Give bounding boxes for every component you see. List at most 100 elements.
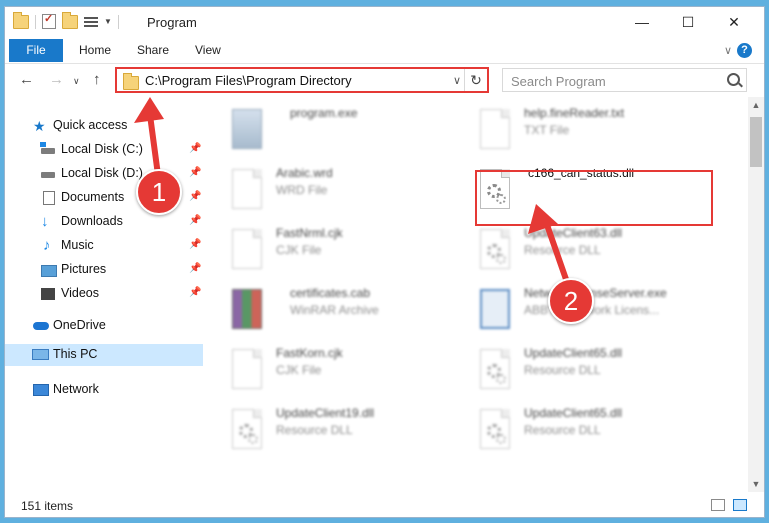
file-name: UpdateClient65.dll xyxy=(524,346,623,360)
pin-icon[interactable]: 📌 xyxy=(189,143,201,154)
scroll-up-icon[interactable]: ▲ xyxy=(748,97,764,113)
close-button[interactable]: ✕ xyxy=(711,7,757,37)
title-bar: ▼ Program — ☐ ✕ xyxy=(5,7,764,39)
sidebar-item-label: Videos xyxy=(61,286,99,300)
sidebar-item-label: Documents xyxy=(61,190,125,204)
scroll-down-icon[interactable]: ▼ xyxy=(748,476,764,492)
vertical-scrollbar[interactable]: ▲ ▼ xyxy=(748,97,764,492)
details-view-icon[interactable] xyxy=(711,499,725,511)
file-name: FastNrml.cjk xyxy=(276,226,343,240)
file-item[interactable]: certificates.cab WinRAR Archive xyxy=(204,283,444,339)
file-item[interactable]: help.fineReader.txt TXT File xyxy=(452,103,692,159)
sidebar-item-label: OneDrive xyxy=(53,318,106,332)
callout-2: 2 xyxy=(548,278,594,324)
file-name: certificates.cab xyxy=(290,286,371,300)
explorer-window: ▼ Program — ☐ ✕ File Home Share View ∨ ?… xyxy=(4,6,765,518)
pin-icon[interactable]: 📌 xyxy=(189,287,201,298)
chevron-down-icon[interactable]: ∨ xyxy=(453,74,461,87)
sidebar-item-label: Network xyxy=(53,382,99,396)
recent-locations-icon[interactable]: ∨ xyxy=(73,76,80,87)
dll-file-icon xyxy=(480,409,510,449)
status-bar: 151 items xyxy=(5,495,764,517)
exe-file-icon xyxy=(480,289,510,329)
tab-home[interactable]: Home xyxy=(79,39,111,62)
address-row: ← → ∨ ↑ C:\Program Files\Program Directo… xyxy=(5,64,764,96)
expand-ribbon-icon[interactable]: ∨ xyxy=(724,44,732,57)
pictures-icon xyxy=(41,265,57,277)
toolbar-separator xyxy=(35,14,36,29)
pin-icon[interactable]: 📌 xyxy=(189,239,201,250)
sidebar-item-label: This PC xyxy=(53,347,98,361)
search-icon[interactable] xyxy=(727,73,740,86)
refresh-icon[interactable]: ↻ xyxy=(464,69,487,91)
checkmark-icon[interactable] xyxy=(42,12,56,29)
videos-icon xyxy=(41,288,55,300)
sidebar-item-network[interactable]: Network xyxy=(5,379,203,401)
folder-icon[interactable] xyxy=(13,11,29,29)
computer-icon xyxy=(32,349,49,360)
file-item[interactable]: UpdateClient65.dll Resource DLL xyxy=(452,403,692,459)
sidebar-item-label: Pictures xyxy=(61,262,107,276)
archive-file-icon xyxy=(232,289,262,329)
large-icons-view-icon[interactable] xyxy=(733,499,747,511)
file-name: FastKorn.cjk xyxy=(276,346,343,360)
file-item[interactable]: UpdateClient65.dll Resource DLL xyxy=(452,343,692,399)
tab-view[interactable]: View xyxy=(195,39,221,62)
sidebar-item-label: Quick access xyxy=(53,118,128,132)
file-list: program.exe help.fineReader.txt TXT File… xyxy=(204,99,742,487)
sidebar-item-pictures[interactable]: Pictures 📌 xyxy=(5,259,203,281)
pin-icon[interactable]: 📌 xyxy=(189,263,201,274)
cloud-icon xyxy=(33,322,49,330)
chevron-down-icon[interactable]: ▼ xyxy=(104,17,112,26)
forward-button[interactable]: → xyxy=(49,71,64,88)
file-type: WinRAR Archive xyxy=(290,303,379,317)
search-box[interactable] xyxy=(502,68,747,92)
documents-icon xyxy=(43,191,55,205)
file-icon xyxy=(232,229,262,269)
item-count: 151 items xyxy=(21,499,74,513)
exe-file-icon xyxy=(232,109,262,149)
file-name: Arabic.wrd xyxy=(276,166,333,180)
quick-access-toolbar: ▼ xyxy=(13,11,119,29)
pin-icon[interactable]: 📌 xyxy=(189,191,201,202)
sidebar-item-downloads[interactable]: ↓ Downloads 📌 xyxy=(5,211,203,233)
sidebar-item-label: Downloads xyxy=(61,214,123,228)
sidebar-item-label: Music xyxy=(61,238,94,252)
address-path[interactable]: C:\Program Files\Program Directory xyxy=(145,73,352,88)
file-item[interactable]: UpdateClient19.dll Resource DLL xyxy=(204,403,444,459)
sidebar-item-videos[interactable]: Videos 📌 xyxy=(5,283,203,305)
file-icon xyxy=(232,349,262,389)
sidebar-item-music[interactable]: ♪ Music 📌 xyxy=(5,235,203,257)
sidebar-item-this-pc[interactable]: This PC xyxy=(5,344,203,366)
minimize-button[interactable]: — xyxy=(619,7,665,37)
search-input[interactable] xyxy=(509,70,713,92)
file-item[interactable]: program.exe xyxy=(204,103,444,159)
properties-icon[interactable] xyxy=(84,16,98,28)
back-button[interactable]: ← xyxy=(19,71,34,88)
file-type: CJK File xyxy=(276,243,322,257)
scroll-thumb[interactable] xyxy=(750,117,762,167)
download-icon: ↓ xyxy=(41,213,49,230)
file-item[interactable]: FastNrml.cjk CJK File xyxy=(204,223,444,279)
star-icon: ★ xyxy=(33,118,46,134)
up-button[interactable]: ↑ xyxy=(93,71,101,88)
text-file-icon xyxy=(480,109,510,149)
tab-share[interactable]: Share xyxy=(137,39,169,62)
help-icon[interactable]: ? xyxy=(737,43,752,58)
drive-icon xyxy=(41,172,55,178)
file-name: UpdateClient65.dll xyxy=(524,406,623,420)
folder-icon xyxy=(123,73,139,90)
dll-file-icon xyxy=(232,409,262,449)
tab-file[interactable]: File xyxy=(9,39,63,62)
address-bar[interactable]: C:\Program Files\Program Directory ∨ ↻ xyxy=(115,67,489,93)
pin-icon[interactable]: 📌 xyxy=(189,215,201,226)
sidebar-item-onedrive[interactable]: OneDrive xyxy=(5,315,203,337)
pin-icon[interactable]: 📌 xyxy=(189,167,201,178)
new-folder-icon[interactable] xyxy=(62,11,78,29)
maximize-button[interactable]: ☐ xyxy=(665,7,711,37)
file-item[interactable]: Arabic.wrd WRD File xyxy=(204,163,444,219)
file-type: TXT File xyxy=(524,123,570,137)
file-item[interactable]: FastKorn.cjk CJK File xyxy=(204,343,444,399)
ribbon-tabs: File Home Share View ∨ ? xyxy=(5,39,764,64)
network-icon xyxy=(33,384,49,396)
